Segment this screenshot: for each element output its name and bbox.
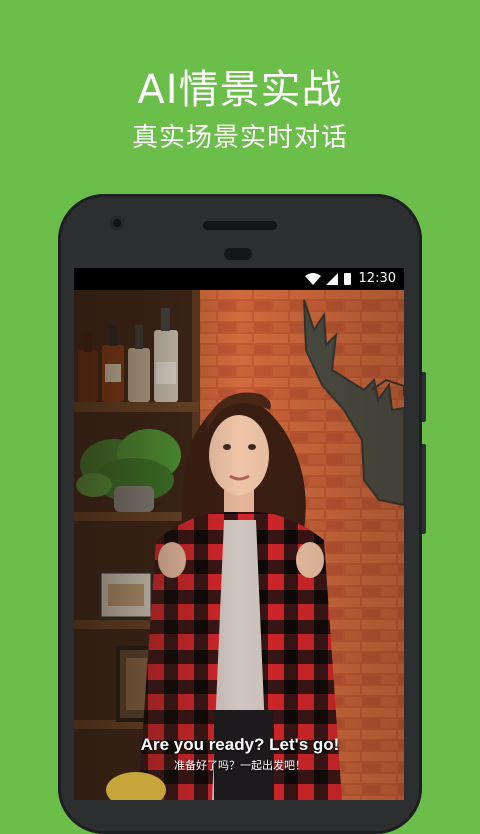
power-button — [422, 372, 426, 422]
status-time: 12:30 — [358, 271, 396, 286]
phone-screen: 12:30 — [74, 268, 404, 800]
battery-icon — [344, 273, 351, 285]
subtitle-english: Are you ready? Let's go! — [140, 735, 340, 754]
promo-title: AI情景实战 — [137, 67, 343, 113]
earpiece-speaker — [203, 221, 277, 230]
video-scene[interactable] — [74, 290, 404, 800]
promo-subtitle: 真实场景实时对话 — [131, 123, 348, 153]
signal-icon — [326, 273, 338, 285]
subtitle-chinese: 准备好了吗？一起出发吧！ — [174, 759, 306, 772]
wifi-icon — [305, 273, 321, 285]
proximity-sensor — [224, 248, 252, 260]
status-icons — [305, 273, 351, 285]
volume-button — [422, 444, 426, 534]
front-camera — [110, 216, 124, 230]
status-bar: 12:30 — [74, 268, 404, 290]
